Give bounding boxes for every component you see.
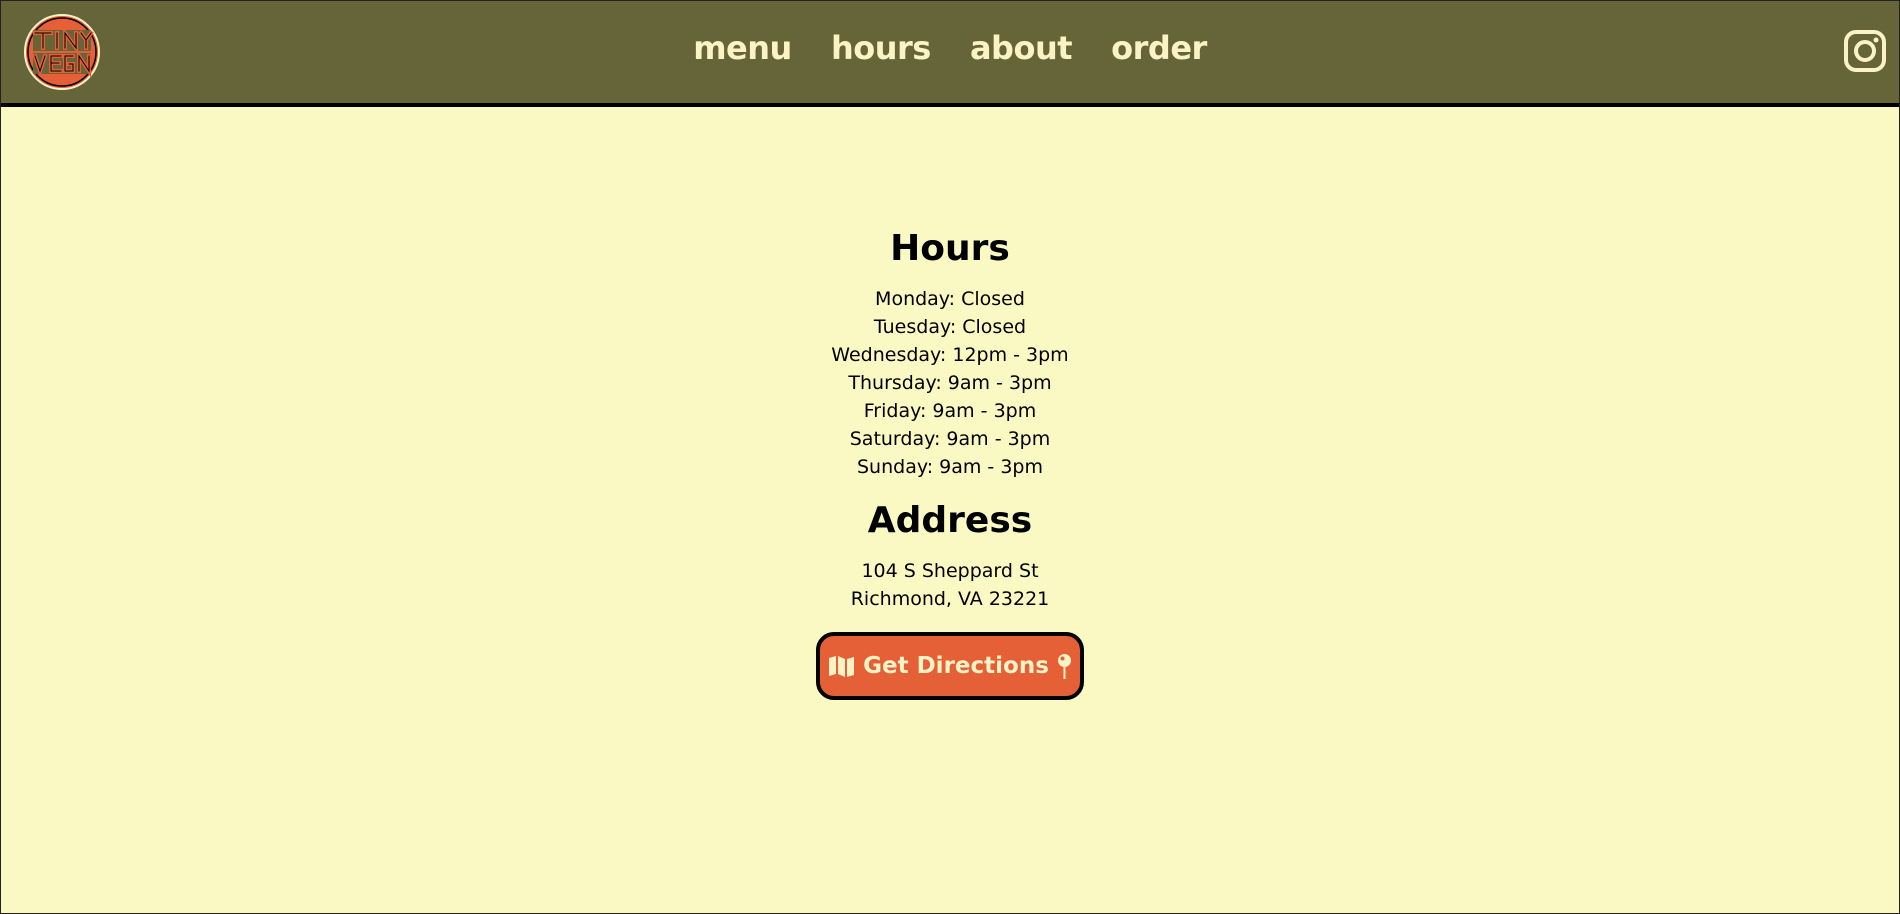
hours-monday: Monday: Closed: [875, 288, 1025, 310]
nav-link-hours[interactable]: hours: [831, 29, 931, 67]
hours-sunday: Sunday: 9am - 3pm: [857, 456, 1043, 478]
get-directions-button[interactable]: Get Directions: [816, 632, 1084, 700]
map-pin-icon: [1057, 653, 1071, 679]
hours-thursday: Thursday: 9am - 3pm: [848, 372, 1052, 394]
page: menu hours about order Hours Monday: Clo…: [0, 0, 1900, 914]
hours-saturday: Saturday: 9am - 3pm: [849, 428, 1051, 450]
main-navigation: menu hours about order: [1, 29, 1899, 67]
top-navigation-bar: menu hours about order: [1, 1, 1899, 107]
nav-link-order[interactable]: order: [1111, 29, 1207, 67]
directions-button-wrapper: Get Directions: [1, 632, 1899, 700]
address-heading: Address: [867, 500, 1033, 541]
address-line-2: Richmond, VA 23221: [850, 588, 1050, 610]
map-icon: [829, 655, 855, 677]
address-line-1: 104 S Sheppard St: [861, 560, 1039, 582]
address-block: 104 S Sheppard St Richmond, VA 23221: [1, 557, 1899, 613]
get-directions-label: Get Directions: [863, 653, 1049, 679]
main-content: Hours Monday: Closed Tuesday: Closed Wed…: [1, 223, 1899, 700]
nav-link-menu[interactable]: menu: [693, 29, 792, 67]
hours-list: Monday: Closed Tuesday: Closed Wednesday…: [1, 285, 1899, 481]
hours-heading: Hours: [890, 228, 1010, 269]
hours-friday: Friday: 9am - 3pm: [863, 400, 1037, 422]
nav-link-about[interactable]: about: [970, 29, 1073, 67]
hours-wednesday: Wednesday: 12pm - 3pm: [831, 344, 1069, 366]
hours-tuesday: Tuesday: Closed: [873, 316, 1027, 338]
instagram-icon[interactable]: [1843, 29, 1887, 73]
